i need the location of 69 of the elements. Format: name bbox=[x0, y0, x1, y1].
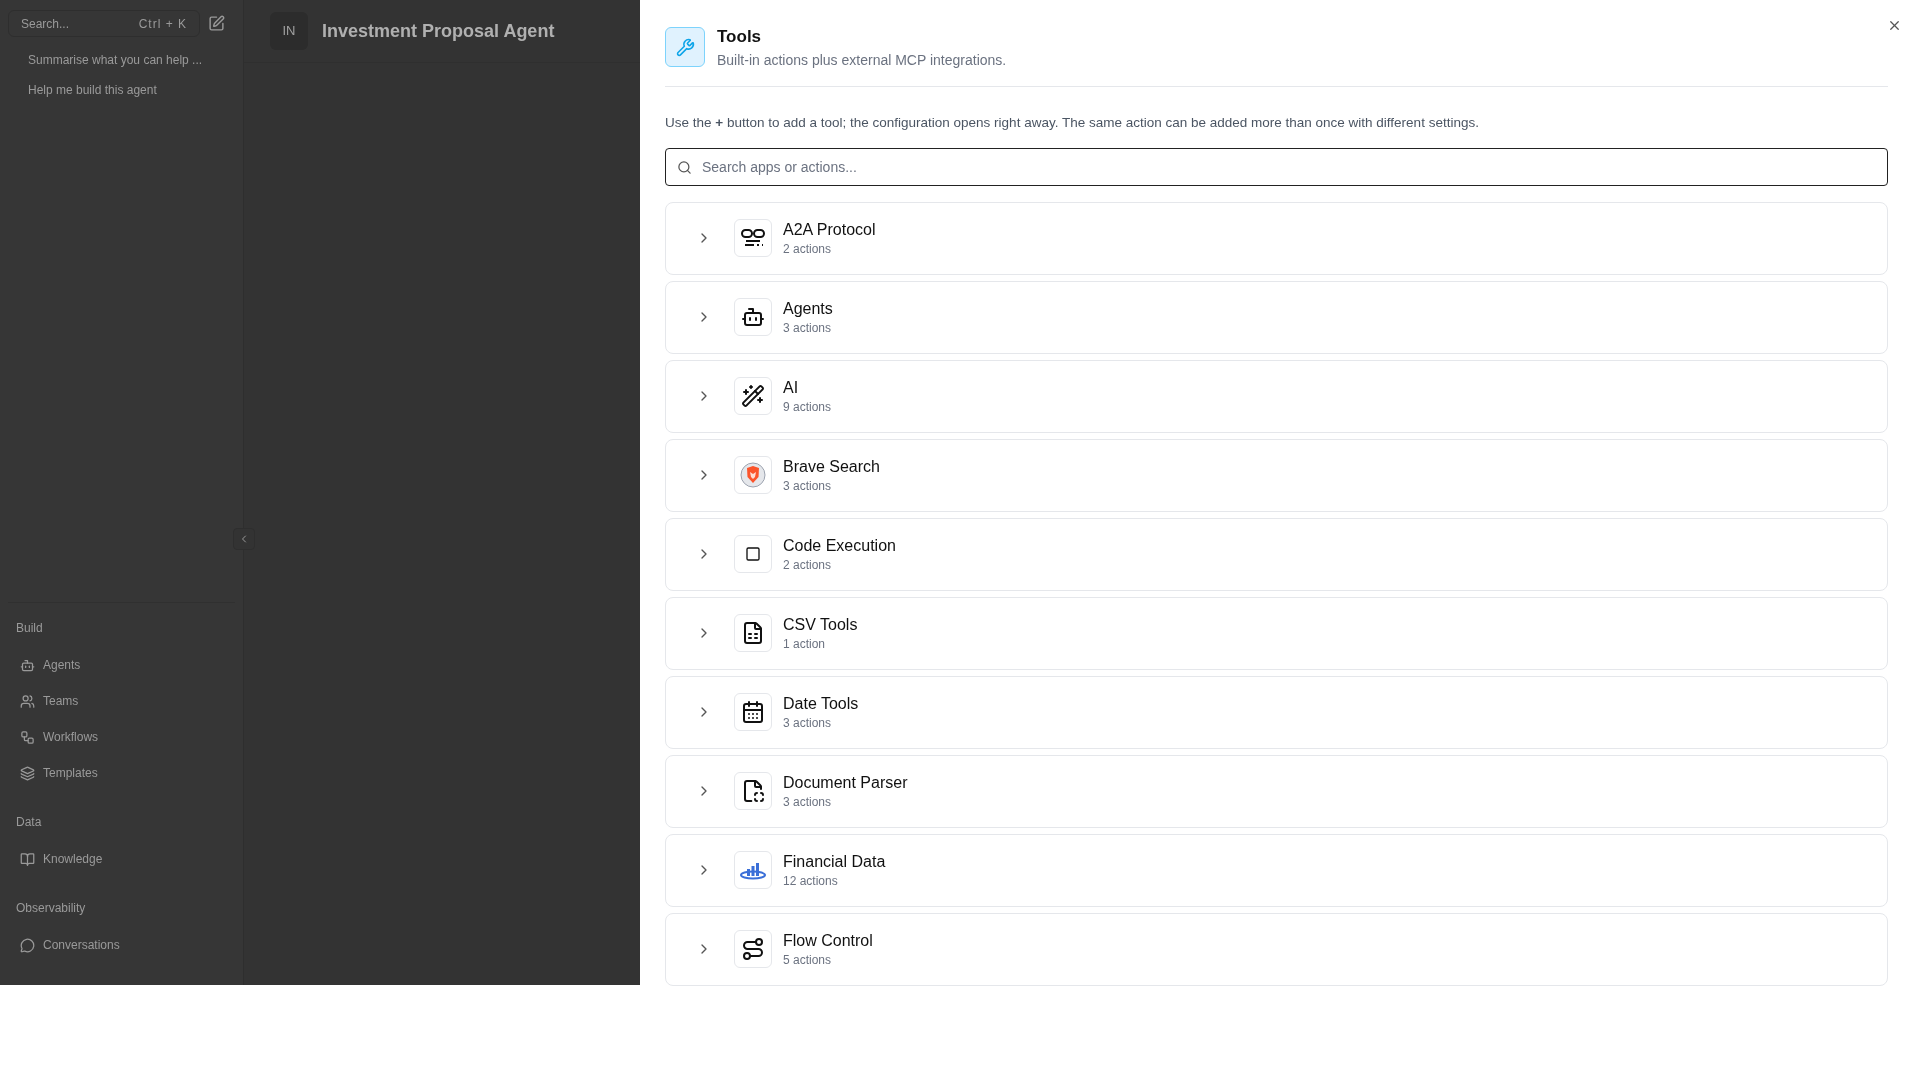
search-field[interactable]: Search apps or actions... bbox=[665, 147, 1888, 186]
agent-avatar: IN bbox=[270, 12, 308, 50]
shield-icon bbox=[740, 462, 766, 489]
tool-name: CSV Tools bbox=[783, 614, 858, 635]
layers-icon bbox=[20, 765, 35, 781]
tool-row[interactable]: Flow Control 5 actions bbox=[665, 912, 1888, 986]
tool-row[interactable]: A2A Protocol 2 actions bbox=[665, 201, 1888, 275]
section-heading: Observability bbox=[15, 900, 87, 917]
action-count: 5 actions bbox=[783, 951, 833, 969]
search-field[interactable]: Search... Ctrl + K bbox=[8, 10, 200, 37]
tool-row[interactable]: Date Tools 3 actions bbox=[665, 675, 1888, 749]
section-heading: Data bbox=[15, 814, 43, 831]
action-count: 3 actions bbox=[783, 714, 833, 732]
nav-item[interactable]: Workflows bbox=[43, 728, 99, 746]
tool-row[interactable]: Agents 3 actions bbox=[665, 280, 1888, 354]
tool-row[interactable]: AI 9 actions bbox=[665, 359, 1888, 433]
tool-name: Flow Control bbox=[783, 930, 873, 951]
search-placeholder: Search... bbox=[21, 15, 70, 33]
action-count: 3 actions bbox=[783, 793, 833, 811]
nav-item[interactable]: Teams bbox=[43, 692, 79, 710]
tool-name: Code Execution bbox=[783, 535, 896, 556]
chat-icon bbox=[20, 937, 35, 953]
dialog-subtitle: Built-in actions plus external MCP integrations. bbox=[717, 50, 1007, 70]
square-icon bbox=[745, 546, 761, 563]
tool-row[interactable]: CSV Tools 1 action bbox=[665, 596, 1888, 670]
action-count: 9 actions bbox=[783, 398, 832, 416]
section-heading: Build bbox=[15, 620, 44, 637]
workflow-icon bbox=[20, 729, 35, 745]
close-icon bbox=[1887, 18, 1902, 33]
users-icon bbox=[20, 693, 35, 709]
action-count: 2 actions bbox=[783, 240, 833, 258]
route-icon bbox=[741, 937, 765, 962]
tool-name: Date Tools bbox=[783, 693, 859, 714]
instructions-text: Use the + button to add a tool; the configuration opens right away. The same action can be added more than once with different settings. bbox=[665, 113, 1480, 132]
nav-item[interactable]: Conversations bbox=[43, 936, 120, 954]
chat-history-item[interactable]: Help me build this agent bbox=[28, 81, 235, 99]
book-icon bbox=[20, 851, 35, 867]
nav-item[interactable]: Knowledge bbox=[43, 850, 103, 868]
tool-name: Financial Data bbox=[783, 851, 886, 872]
dialog-title: Tools bbox=[717, 26, 763, 48]
bot-icon bbox=[20, 657, 35, 673]
tool-row[interactable]: Financial Data 12 actions bbox=[665, 833, 1888, 907]
tool-name: AI bbox=[783, 377, 800, 398]
action-count: 1 action bbox=[783, 635, 827, 653]
action-count: 12 actions bbox=[783, 872, 839, 890]
action-count: 3 actions bbox=[783, 477, 833, 495]
file-scan-icon bbox=[741, 779, 765, 804]
collapse-button[interactable] bbox=[233, 528, 255, 550]
calendar-icon bbox=[741, 700, 765, 725]
wrench-icon bbox=[675, 37, 695, 57]
action-count: 3 actions bbox=[783, 319, 833, 337]
magic-wand-icon bbox=[741, 384, 765, 409]
new-chat-icon[interactable] bbox=[208, 15, 225, 32]
tool-name: Document Parser bbox=[783, 772, 908, 793]
nav-item[interactable]: Agents bbox=[43, 656, 81, 674]
tool-row[interactable]: Document Parser 3 actions bbox=[665, 754, 1888, 828]
chat-history-item[interactable]: Summarise what you can help ... bbox=[28, 51, 235, 69]
bar-chart-icon bbox=[739, 860, 767, 881]
search-icon bbox=[677, 159, 692, 175]
tool-name: Brave Search bbox=[783, 456, 880, 477]
action-count: 2 actions bbox=[783, 556, 833, 574]
page-title: Investment Proposal Agent bbox=[322, 19, 555, 43]
shortcut-hint: Ctrl + K bbox=[138, 15, 187, 33]
nav-item[interactable]: Templates bbox=[43, 764, 98, 782]
tool-row[interactable]: Code Execution 2 actions bbox=[665, 517, 1888, 591]
tool-name: Agents bbox=[783, 298, 833, 319]
tool-name: A2A Protocol bbox=[783, 219, 876, 240]
tool-row[interactable]: Brave Search 3 actions bbox=[665, 438, 1888, 512]
spreadsheet-file-icon bbox=[741, 621, 765, 646]
